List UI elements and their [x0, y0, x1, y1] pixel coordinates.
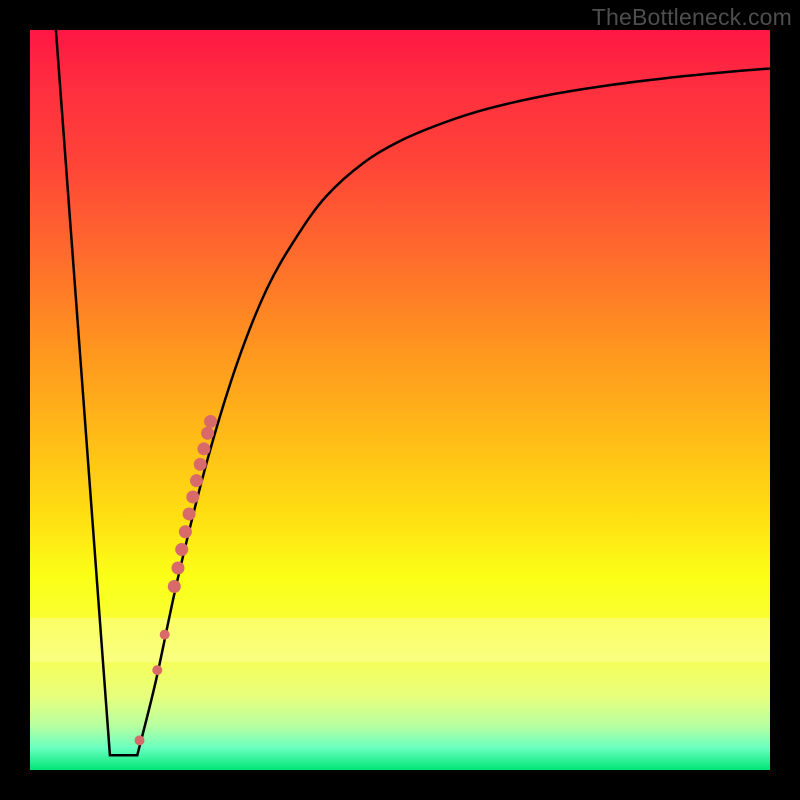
- data-dot: [194, 458, 207, 471]
- data-dot: [168, 580, 181, 593]
- data-dot: [183, 507, 196, 520]
- curve-layer: [56, 30, 770, 755]
- data-dot: [190, 474, 203, 487]
- dots-layer: [135, 415, 218, 745]
- data-dot: [201, 427, 214, 440]
- data-dot: [179, 525, 192, 538]
- data-dot: [186, 490, 199, 503]
- data-dot: [204, 415, 217, 428]
- chart-svg: [30, 30, 770, 770]
- data-dot: [197, 442, 210, 455]
- data-dot: [135, 735, 145, 745]
- data-dot: [172, 561, 185, 574]
- data-dot: [160, 630, 170, 640]
- data-dot: [175, 543, 188, 556]
- data-dot: [152, 665, 162, 675]
- watermark-text: TheBottleneck.com: [592, 4, 792, 31]
- chart-frame: TheBottleneck.com: [0, 0, 800, 800]
- bottleneck-curve: [56, 30, 770, 755]
